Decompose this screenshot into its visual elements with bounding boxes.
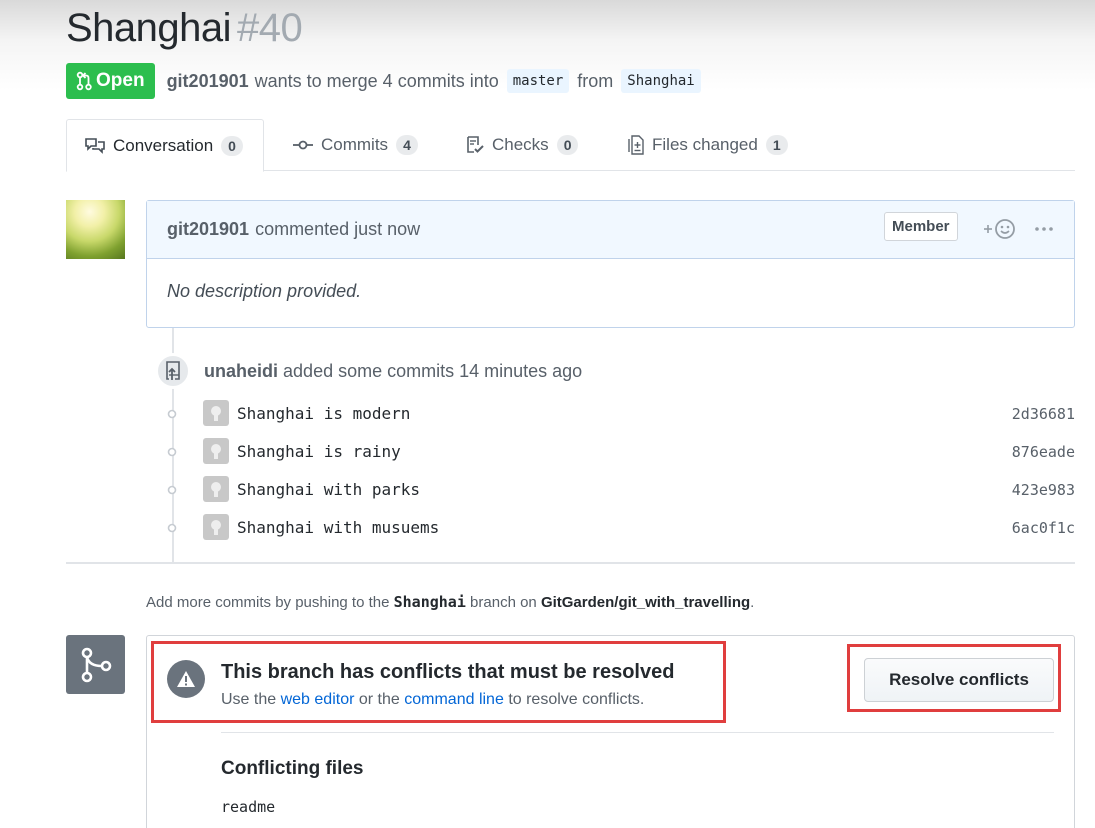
head-branch[interactable]: Shanghai <box>621 69 701 93</box>
add-more-middle: branch on <box>470 594 537 611</box>
push-author-link[interactable]: unaheidi <box>204 361 278 381</box>
tab-conversation-count: 0 <box>221 135 243 156</box>
tab-checks[interactable]: Checks 0 <box>466 119 579 171</box>
tab-conversation-label: Conversation <box>113 135 214 155</box>
timeline-divider <box>66 562 1075 564</box>
github-avatar-icon[interactable] <box>203 476 229 502</box>
tab-commits-label: Commits <box>321 135 389 154</box>
kebab-horizontal-icon[interactable] <box>1035 227 1053 231</box>
commit-row: Shanghai is rainy 876eade <box>160 437 1075 467</box>
add-more-commits-hint: Add more commits by pushing to the Shang… <box>146 593 754 611</box>
git-commit-icon <box>167 447 177 457</box>
merge-box: This branch has conflicts that must be r… <box>146 635 1075 828</box>
repo-link[interactable]: GitGarden/git_with_travelling <box>541 594 750 611</box>
tab-files-changed[interactable]: Files changed 1 <box>628 119 788 171</box>
pr-author-link[interactable]: git201901 <box>167 71 249 92</box>
conflict-highlight-box <box>151 641 726 723</box>
add-reaction-icon[interactable] <box>982 217 1018 241</box>
pr-title-text: Shanghai <box>66 6 232 50</box>
git-pull-request-icon <box>76 71 92 91</box>
tab-conversation[interactable]: Conversation 0 <box>66 119 264 172</box>
comment-body: No description provided. <box>167 281 362 301</box>
git-commit-icon <box>293 140 313 150</box>
repo-push-icon <box>155 353 191 389</box>
push-event-text: unaheidi added some commits 14 minutes a… <box>204 361 582 382</box>
commit-sha-link[interactable]: 423e983 <box>1012 481 1075 499</box>
author-avatar[interactable] <box>66 200 125 259</box>
commit-sha-link[interactable]: 6ac0f1c <box>1012 519 1075 537</box>
comment-discussion-icon <box>85 137 105 154</box>
commit-message-link[interactable]: Shanghai with parks <box>237 480 420 499</box>
comment-header: git201901 commented just now Member <box>147 201 1074 259</box>
pr-title: Shanghai #40 <box>66 6 303 51</box>
git-merge-icon <box>66 635 125 694</box>
commit-row: Shanghai with parks 423e983 <box>160 475 1075 505</box>
checklist-icon <box>467 136 484 153</box>
base-branch[interactable]: master <box>506 69 570 93</box>
pr-comment: git201901 commented just now Member No d… <box>146 200 1075 328</box>
diff-icon <box>628 135 644 155</box>
conflicting-file-name: readme <box>221 798 276 816</box>
tab-commits-count: 4 <box>396 135 418 155</box>
push-event-description: added some commits 14 minutes ago <box>283 361 583 381</box>
commit-message-link[interactable]: Shanghai is rainy <box>237 442 401 461</box>
tab-checks-label: Checks <box>492 135 549 154</box>
commit-message-link[interactable]: Shanghai with musuems <box>237 518 439 537</box>
tab-files-changed-count: 1 <box>765 135 788 155</box>
state-badge: Open <box>66 63 155 99</box>
conflicting-files-title: Conflicting files <box>221 758 364 779</box>
github-avatar-icon[interactable] <box>203 438 229 464</box>
pr-tabs: Conversation 0 Commits 4 Checks 0 Files … <box>66 119 1075 172</box>
github-avatar-icon[interactable] <box>203 514 229 540</box>
state-label: Open <box>96 70 145 91</box>
commit-row: Shanghai is modern 2d36681 <box>160 399 1075 429</box>
from-text: from <box>577 70 614 91</box>
comment-author-link[interactable]: git201901 <box>167 219 249 240</box>
pr-meta: Open git201901 wants to merge 4 commits … <box>66 63 709 99</box>
commit-sha-link[interactable]: 876eade <box>1012 443 1075 461</box>
git-commit-icon <box>167 485 177 495</box>
tab-checks-count: 0 <box>556 135 579 155</box>
tab-commits[interactable]: Commits 4 <box>293 119 418 171</box>
pr-number: #40 <box>237 6 303 50</box>
merge-box-divider <box>221 732 1054 733</box>
github-avatar-icon[interactable] <box>203 400 229 426</box>
merge-text: wants to merge 4 commits into <box>254 70 499 91</box>
add-more-suffix: . <box>750 594 755 611</box>
resolve-button-highlight-box <box>847 644 1061 712</box>
commit-message-link[interactable]: Shanghai is modern <box>237 404 410 423</box>
commit-row: Shanghai with musuems 6ac0f1c <box>160 513 1075 543</box>
commit-sha-link[interactable]: 2d36681 <box>1012 405 1075 423</box>
comment-action[interactable]: commented just now <box>255 219 420 240</box>
git-commit-icon <box>167 409 177 419</box>
git-commit-icon <box>167 523 177 533</box>
add-more-branch: Shanghai <box>393 593 466 611</box>
member-badge: Member <box>884 212 958 241</box>
tab-files-changed-label: Files changed <box>652 135 758 154</box>
add-more-prefix: Add more commits by pushing to the <box>146 594 390 611</box>
